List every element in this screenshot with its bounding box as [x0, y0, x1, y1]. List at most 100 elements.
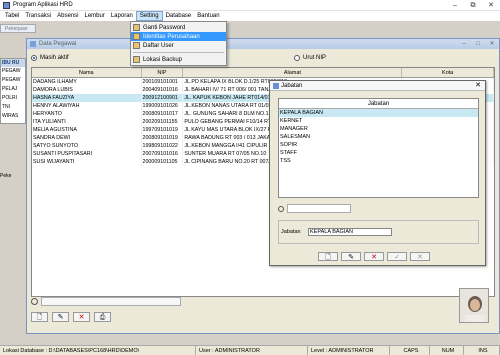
- list-item[interactable]: TNI: [1, 103, 25, 112]
- jabatan-table[interactable]: Jabatan KEPALA BAGIAN KERNET MANAGER SALESM…: [278, 98, 479, 198]
- list-item[interactable]: WIRAS: [1, 112, 25, 121]
- delete-button[interactable]: ✕: [73, 312, 90, 322]
- key-icon: [133, 24, 140, 31]
- maximize-button[interactable]: ⧉: [464, 0, 482, 11]
- folder-icon: [133, 56, 140, 63]
- col-alamat[interactable]: Alamat: [183, 68, 403, 77]
- col-jabatan[interactable]: Jabatan: [279, 99, 478, 109]
- list-item[interactable]: PEGAW: [1, 67, 25, 76]
- list-item[interactable]: KERNET: [279, 117, 478, 125]
- col-nip[interactable]: NIP: [142, 68, 184, 77]
- radio-masih-aktif[interactable]: Masih aktif: [31, 55, 69, 61]
- table-header: Nama NIP Alamat Kota: [32, 68, 494, 78]
- pegawai-toolbar: 🗋 ✎ ✕ ⎙: [31, 312, 111, 322]
- cancel-button[interactable]: ✕: [410, 252, 430, 261]
- cell-nama: HERYANTO: [32, 110, 142, 118]
- list-item[interactable]: SOPIR: [279, 141, 478, 149]
- list-item[interactable]: SALESMAN: [279, 133, 478, 141]
- cell-nip: 199009101026: [142, 102, 184, 110]
- search-icon: [278, 205, 284, 212]
- cell-nama: MELIA AGUSTINA: [32, 126, 142, 134]
- cell-nip: 199809101022: [142, 142, 184, 150]
- search-input[interactable]: [287, 204, 351, 213]
- radio-icon: [294, 55, 300, 61]
- cell-nip: 200912100901: [142, 94, 184, 102]
- jabatan-window: Jabatan ✕ Jabatan KEPALA BAGIAN KERNET MAN…: [269, 80, 486, 266]
- status-lokasi: Lokasi Database : D:\DATABASES\PC168\HRD…: [0, 346, 196, 355]
- edit-button[interactable]: ✎: [341, 252, 361, 261]
- status-bar: Lokasi Database : D:\DATABASES\PC168\HRD…: [0, 345, 500, 355]
- list-item[interactable]: STAFF: [279, 149, 478, 157]
- col-nama[interactable]: Nama: [32, 68, 142, 77]
- window-controls: – ⧉ ✕: [446, 0, 500, 11]
- search-input[interactable]: [41, 297, 181, 306]
- app-icon: [3, 1, 10, 9]
- cell-nip: 199709101019: [142, 126, 184, 134]
- menu-item-lokasi-backup[interactable]: Lokasi Backup: [131, 55, 226, 64]
- status-user: User : ADMINISTRATOR: [196, 346, 308, 355]
- menu-database[interactable]: Database: [163, 11, 195, 21]
- status-caps: CAPS: [390, 346, 430, 355]
- cell-nama: HASNA FAUZIYA: [32, 94, 142, 102]
- print-button[interactable]: ⎙: [94, 312, 111, 322]
- search-icon: [31, 298, 38, 305]
- window-icon: [273, 82, 279, 89]
- menu-bar: Tabel Transaksi Absensi Lembur Laporan S…: [0, 11, 500, 21]
- list-item[interactable]: PELAJ: [1, 85, 25, 94]
- menu-bantuan[interactable]: Bantuan: [194, 11, 222, 21]
- employee-photo: [459, 288, 489, 323]
- close-button[interactable]: ✕: [482, 0, 500, 11]
- col-kota[interactable]: Kota: [402, 68, 494, 77]
- jabatan-search: [278, 204, 351, 213]
- cell-nip: 200709101016: [142, 150, 184, 158]
- jabatan-titlebar: Jabatan ✕: [270, 81, 485, 91]
- list-item[interactable]: TSS: [279, 157, 478, 165]
- cell-nip: 200809101019: [142, 134, 184, 142]
- cell-nama: ITA YULIANTI: [32, 118, 142, 126]
- new-button[interactable]: 🗋: [31, 312, 48, 322]
- cell-nama: DAMORA LUBIS: [32, 86, 142, 94]
- cell-nama: SATYO SUNYOTO: [32, 142, 142, 150]
- setting-dropdown: Ganti Password Identitas Perusahaan Daft…: [130, 21, 227, 66]
- menu-laporan[interactable]: Laporan: [108, 11, 136, 21]
- maximize-button[interactable]: □: [471, 39, 485, 49]
- new-button[interactable]: 🗋: [318, 252, 338, 261]
- pekerjaan-list-header: IBU RU: [1, 59, 25, 67]
- menu-lembur[interactable]: Lembur: [82, 11, 108, 21]
- data-pegawai-title: Data Pegawai: [39, 41, 77, 47]
- pekerjaan-window-title: Pekerjaan: [0, 24, 36, 33]
- save-button[interactable]: ✓: [387, 252, 407, 261]
- jabatan-field[interactable]: KEPALA BAGIAN: [308, 228, 392, 236]
- close-button[interactable]: ✕: [485, 39, 499, 49]
- list-item[interactable]: PEGAW: [1, 76, 25, 85]
- delete-button[interactable]: ✕: [364, 252, 384, 261]
- list-item[interactable]: KEPALA BAGIAN: [279, 109, 478, 117]
- title-bar: Program Aplikasi HRD – ⧉ ✕: [0, 0, 500, 11]
- jabatan-form: Jabatan KEPALA BAGIAN: [278, 220, 479, 244]
- menu-transaksi[interactable]: Transaksi: [22, 11, 54, 21]
- menu-tabel[interactable]: Tabel: [2, 11, 22, 21]
- status-num: NUM: [430, 346, 464, 355]
- window-icon: [30, 41, 36, 47]
- list-item[interactable]: MANAGER: [279, 125, 478, 133]
- menu-setting[interactable]: Setting: [135, 11, 163, 21]
- jabatan-title: Jabatan: [281, 82, 303, 89]
- menu-item-identitas-perusahaan[interactable]: Identitas Perusahaan: [131, 32, 226, 41]
- radio-urut-nip[interactable]: Urut NIP: [294, 55, 326, 61]
- users-icon: [133, 42, 140, 49]
- minimize-button[interactable]: –: [457, 39, 471, 49]
- menu-item-daftar-user[interactable]: Daftar User: [131, 41, 226, 50]
- close-button[interactable]: ✕: [471, 81, 485, 91]
- cell-nama: HENNY ALAWIYAH: [32, 102, 142, 110]
- edit-button[interactable]: ✎: [52, 312, 69, 322]
- menu-item-ganti-password[interactable]: Ganti Password: [131, 23, 226, 32]
- data-pegawai-titlebar: Data Pegawai – □ ✕: [27, 39, 499, 49]
- building-icon: [133, 33, 140, 40]
- pekerjaan-label: Peke: [0, 173, 12, 179]
- cell-nama: DADANG ILHAMY: [32, 78, 142, 86]
- minimize-button[interactable]: –: [446, 0, 464, 11]
- list-item[interactable]: POLRI: [1, 94, 25, 103]
- cell-nip: 200209101155: [142, 118, 184, 126]
- menu-absensi[interactable]: Absensi: [54, 11, 81, 21]
- pekerjaan-list: IBU RU PEGAW PEGAW PELAJ POLRI TNI WIRAS: [0, 58, 26, 124]
